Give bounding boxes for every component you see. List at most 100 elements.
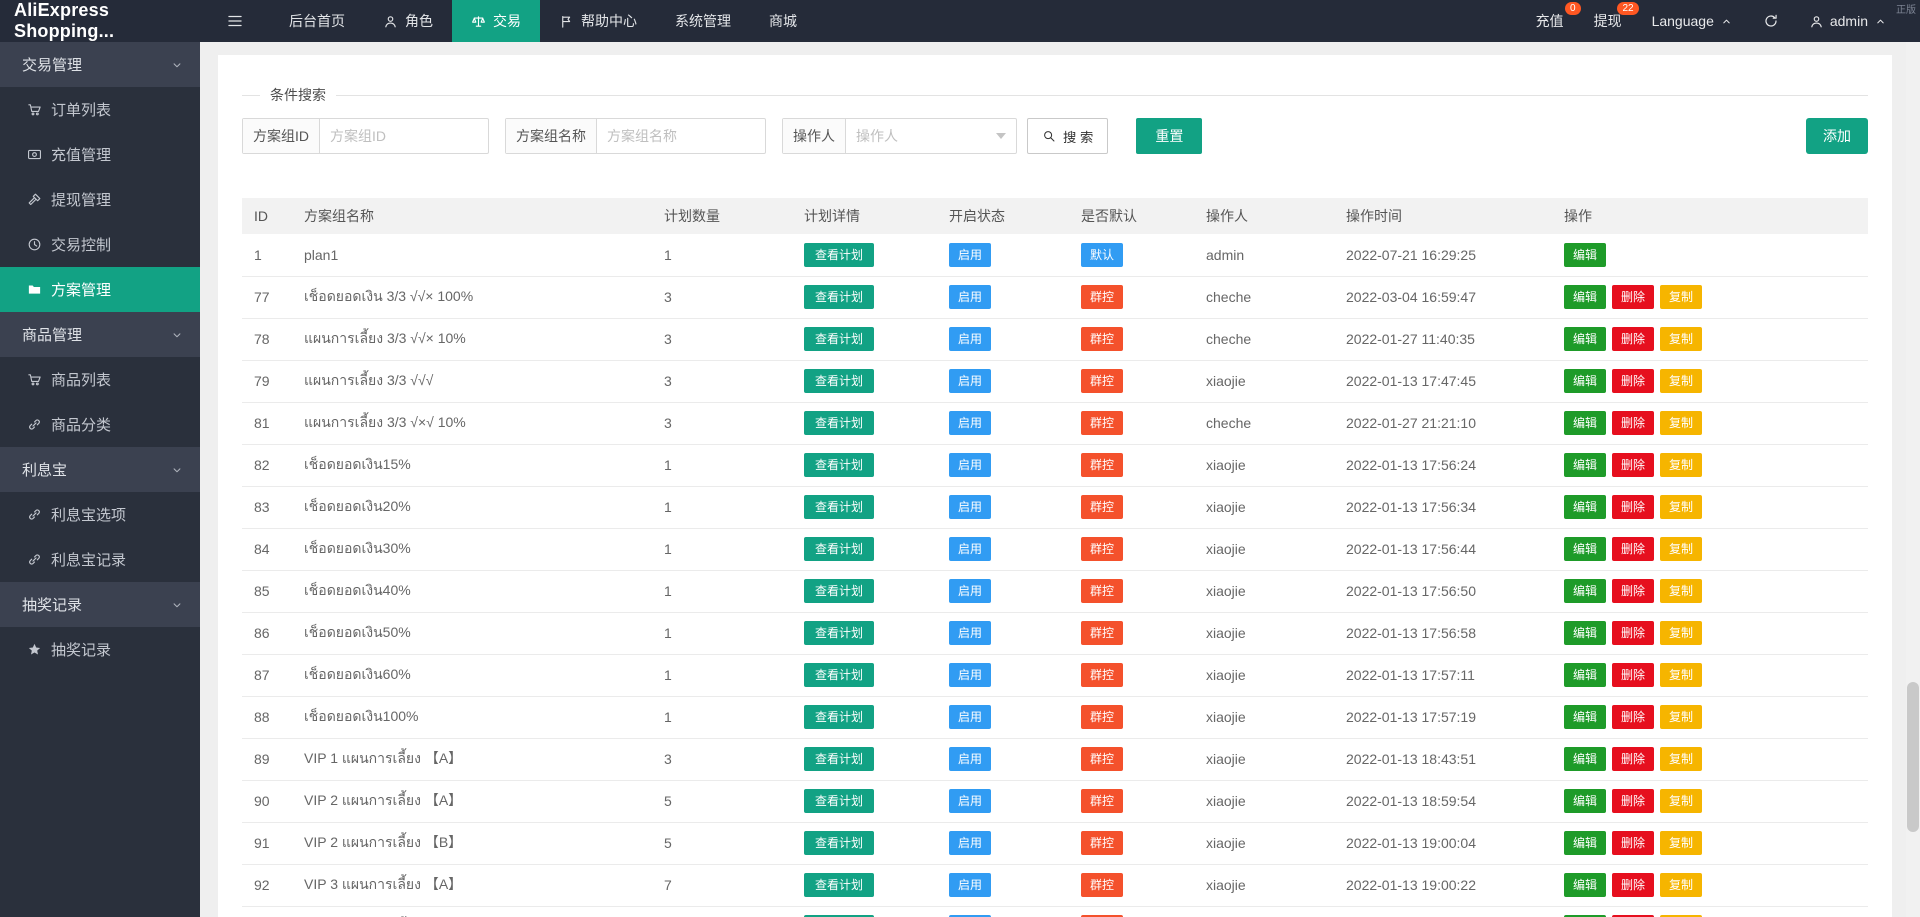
copy-button[interactable]: 复制 [1660,747,1702,771]
default-badge-button[interactable]: 群控 [1081,747,1123,771]
view-plan-button[interactable]: 查看计划 [804,789,874,813]
default-badge-button[interactable]: 群控 [1081,327,1123,351]
delete-button[interactable]: 删除 [1612,789,1654,813]
default-badge-button[interactable]: 群控 [1081,705,1123,729]
sidebar-item-9[interactable]: 商品分类 [0,402,200,447]
status-button[interactable]: 启用 [949,243,991,267]
copy-button[interactable]: 复制 [1660,537,1702,561]
default-badge-button[interactable]: 群控 [1081,495,1123,519]
delete-button[interactable]: 删除 [1612,747,1654,771]
default-badge-button[interactable]: 群控 [1081,873,1123,897]
recharge-menu-item[interactable]: 充值 0 [1521,0,1579,42]
default-badge-button[interactable]: 群控 [1081,369,1123,393]
search-button[interactable]: 搜 索 [1027,118,1108,154]
default-badge-button[interactable]: 群控 [1081,831,1123,855]
default-badge-button[interactable]: 群控 [1081,537,1123,561]
status-button[interactable]: 启用 [949,327,991,351]
status-button[interactable]: 启用 [949,789,991,813]
refresh-button[interactable] [1748,0,1794,42]
default-badge-button[interactable]: 默认 [1081,243,1123,267]
copy-button[interactable]: 复制 [1660,789,1702,813]
copy-button[interactable]: 复制 [1660,831,1702,855]
copy-button[interactable]: 复制 [1660,663,1702,687]
view-plan-button[interactable]: 查看计划 [804,453,874,477]
nav-item-4[interactable]: 帮助中心 [540,0,656,42]
edit-button[interactable]: 编辑 [1564,411,1606,435]
delete-button[interactable]: 删除 [1612,369,1654,393]
delete-button[interactable]: 删除 [1612,411,1654,435]
edit-button[interactable]: 编辑 [1564,579,1606,603]
status-button[interactable]: 启用 [949,495,991,519]
nav-item-3[interactable]: 交易 [452,0,540,42]
view-plan-button[interactable]: 查看计划 [804,327,874,351]
status-button[interactable]: 启用 [949,747,991,771]
sidebar-group-10[interactable]: 利息宝 [0,447,200,492]
status-button[interactable]: 启用 [949,411,991,435]
copy-button[interactable]: 复制 [1660,453,1702,477]
delete-button[interactable]: 删除 [1612,495,1654,519]
view-plan-button[interactable]: 查看计划 [804,243,874,267]
sidebar-item-14[interactable]: 抽奖记录 [0,627,200,672]
default-badge-button[interactable]: 群控 [1081,453,1123,477]
copy-button[interactable]: 复制 [1660,705,1702,729]
status-button[interactable]: 启用 [949,369,991,393]
delete-button[interactable]: 删除 [1612,537,1654,561]
view-plan-button[interactable]: 查看计划 [804,285,874,309]
sidebar-item-11[interactable]: 利息宝选项 [0,492,200,537]
status-button[interactable]: 启用 [949,621,991,645]
copy-button[interactable]: 复制 [1660,411,1702,435]
scrollbar-thumb[interactable] [1907,682,1919,832]
nav-item-2[interactable]: 角色 [364,0,452,42]
view-plan-button[interactable]: 查看计划 [804,411,874,435]
sidebar-item-5[interactable]: 交易控制 [0,222,200,267]
reset-button[interactable]: 重置 [1136,118,1202,154]
status-button[interactable]: 启用 [949,537,991,561]
delete-button[interactable]: 删除 [1612,873,1654,897]
edit-button[interactable]: 编辑 [1564,663,1606,687]
status-button[interactable]: 启用 [949,579,991,603]
status-button[interactable]: 启用 [949,873,991,897]
copy-button[interactable]: 复制 [1660,873,1702,897]
withdraw-menu-item[interactable]: 提现 22 [1579,0,1637,42]
sidebar-group-1[interactable]: 交易管理 [0,42,200,87]
edit-button[interactable]: 编辑 [1564,453,1606,477]
status-button[interactable]: 启用 [949,453,991,477]
copy-button[interactable]: 复制 [1660,621,1702,645]
sidebar-item-3[interactable]: 充值管理 [0,132,200,177]
view-plan-button[interactable]: 查看计划 [804,537,874,561]
delete-button[interactable]: 删除 [1612,327,1654,351]
default-badge-button[interactable]: 群控 [1081,411,1123,435]
edit-button[interactable]: 编辑 [1564,285,1606,309]
language-menu[interactable]: Language [1637,0,1748,42]
delete-button[interactable]: 删除 [1612,453,1654,477]
delete-button[interactable]: 删除 [1612,285,1654,309]
edit-button[interactable]: 编辑 [1564,621,1606,645]
sidebar-item-8[interactable]: 商品列表 [0,357,200,402]
edit-button[interactable]: 编辑 [1564,537,1606,561]
delete-button[interactable]: 删除 [1612,705,1654,729]
status-button[interactable]: 启用 [949,705,991,729]
sidebar-toggle-button[interactable] [200,0,270,42]
delete-button[interactable]: 删除 [1612,663,1654,687]
copy-button[interactable]: 复制 [1660,285,1702,309]
delete-button[interactable]: 删除 [1612,621,1654,645]
view-plan-button[interactable]: 查看计划 [804,579,874,603]
edit-button[interactable]: 编辑 [1564,243,1606,267]
user-menu[interactable]: admin [1794,0,1902,42]
copy-button[interactable]: 复制 [1660,327,1702,351]
sidebar-item-2[interactable]: 订单列表 [0,87,200,132]
delete-button[interactable]: 删除 [1612,579,1654,603]
sidebar-item-4[interactable]: 提现管理 [0,177,200,222]
edit-button[interactable]: 编辑 [1564,369,1606,393]
operator-select[interactable]: 操作人 [846,119,1016,153]
delete-button[interactable]: 删除 [1612,831,1654,855]
nav-item-6[interactable]: 商城 [750,0,816,42]
add-button[interactable]: 添加 [1806,118,1868,154]
edit-button[interactable]: 编辑 [1564,831,1606,855]
sidebar-group-7[interactable]: 商品管理 [0,312,200,357]
view-plan-button[interactable]: 查看计划 [804,873,874,897]
nav-item-5[interactable]: 系统管理 [656,0,750,42]
plan-group-id-input[interactable] [320,119,488,153]
view-plan-button[interactable]: 查看计划 [804,705,874,729]
default-badge-button[interactable]: 群控 [1081,621,1123,645]
